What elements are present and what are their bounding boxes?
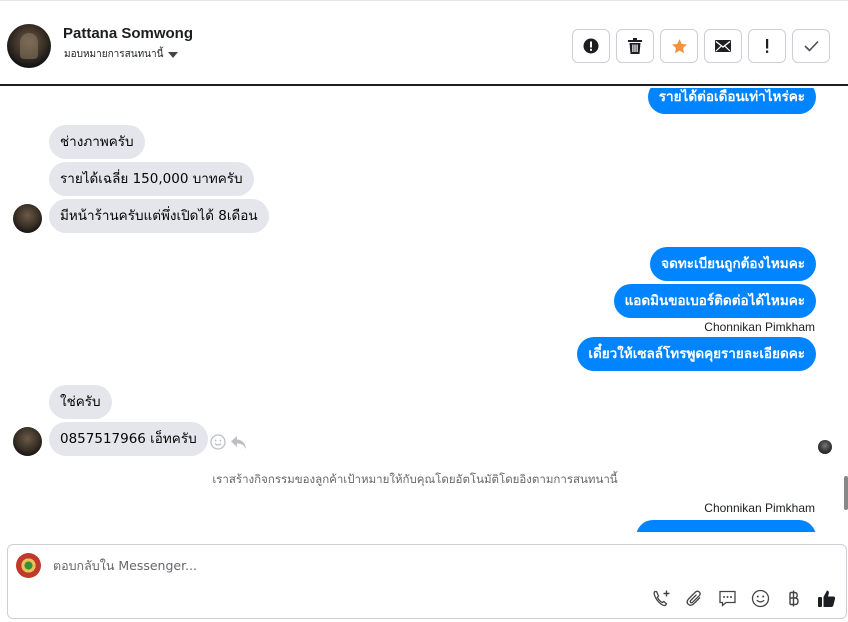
emoji-react-icon[interactable] xyxy=(210,434,226,450)
scrollbar-thumb[interactable] xyxy=(844,476,848,510)
payment-baht-icon[interactable] xyxy=(784,589,803,608)
check-icon xyxy=(803,40,819,52)
contact-avatar-small xyxy=(13,427,42,456)
system-notice: เราสร้างกิจกรรมของลูกค้าเป้าหมายให้กับคุ… xyxy=(212,472,618,486)
follow-up-button[interactable] xyxy=(748,29,786,63)
attachment-icon[interactable] xyxy=(685,589,704,608)
delete-button[interactable] xyxy=(616,29,654,63)
conversation-header: Pattana Somwong มอบหมายการสนทนานี้ xyxy=(0,0,848,86)
message-thread[interactable]: รายได้ต่อเดือนเท่าไหร่คะ ช่างภาพครับ ราย… xyxy=(0,88,848,532)
exclamation-icon xyxy=(766,39,769,53)
page-avatar xyxy=(16,553,41,578)
report-spam-button[interactable] xyxy=(572,29,610,63)
sender-name: Chonnikan Pimkham xyxy=(704,501,815,515)
assign-conversation-dropdown[interactable]: มอบหมายการสนทนานี้ xyxy=(64,47,179,62)
outgoing-message[interactable]: แอดมินขอเบอร์ติดต่อได้ไหมคะ xyxy=(613,284,816,318)
star-button[interactable] xyxy=(660,29,698,63)
mark-unread-button[interactable] xyxy=(704,29,742,63)
outgoing-message[interactable]: รายได้ต่อเดือนเท่าไหร่คะ xyxy=(647,88,816,114)
incoming-message[interactable]: ใช่ครับ xyxy=(49,385,112,419)
envelope-icon xyxy=(715,40,731,52)
incoming-message[interactable]: 0857517966 เอ็ทครับ xyxy=(49,422,208,456)
alert-circle-icon xyxy=(583,38,599,54)
reply-icon[interactable] xyxy=(230,435,247,450)
call-add-icon[interactable] xyxy=(652,589,671,608)
contact-avatar-small xyxy=(13,204,42,233)
reply-input[interactable] xyxy=(53,558,653,573)
saved-replies-icon[interactable] xyxy=(718,589,737,608)
message-actions xyxy=(210,434,247,450)
sender-name: Chonnikan Pimkham xyxy=(704,320,815,334)
conversation-actions xyxy=(572,29,830,63)
outgoing-message-partial[interactable] xyxy=(636,520,816,532)
contact-name[interactable]: Pattana Somwong xyxy=(63,25,193,42)
outgoing-message[interactable]: จดทะเบียนถูกต้องไหมคะ xyxy=(650,247,816,281)
caret-down-icon xyxy=(168,51,179,58)
star-icon xyxy=(671,38,687,53)
thumbs-up-icon[interactable] xyxy=(817,589,836,608)
emoji-icon[interactable] xyxy=(751,589,770,608)
contact-avatar[interactable] xyxy=(7,24,51,68)
composer-toolbar xyxy=(652,589,836,608)
incoming-message[interactable]: มีหน้าร้านครับแต่พึ่งเปิดได้ 8เดือน xyxy=(49,199,269,233)
outgoing-message[interactable]: เดี๋ยวให้เซลล์โทรพูดคุยรายละเอียดคะ xyxy=(577,337,816,371)
reply-composer xyxy=(7,544,847,619)
incoming-message[interactable]: ช่างภาพครับ xyxy=(49,125,145,159)
mark-done-button[interactable] xyxy=(792,29,830,63)
trash-icon xyxy=(628,38,642,54)
assign-label: มอบหมายการสนทนานี้ xyxy=(64,49,164,60)
seen-avatar xyxy=(818,440,832,454)
incoming-message[interactable]: รายได้เฉลี่ย 150,000 บาทครับ xyxy=(49,162,254,196)
